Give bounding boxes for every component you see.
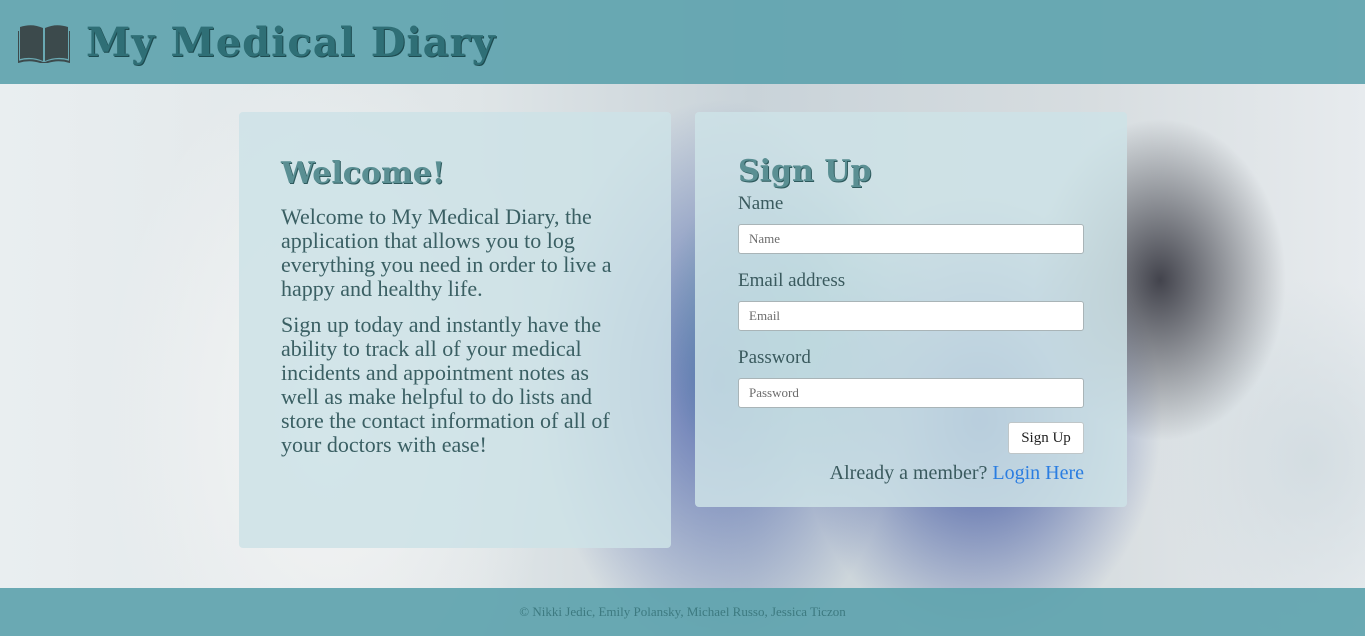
email-label: Email address [738, 270, 846, 291]
signup-button[interactable]: Sign Up [1008, 422, 1084, 454]
book-icon [18, 25, 70, 63]
footer: © Nikki Jedic, Emily Polansky, Michael R… [0, 588, 1365, 636]
email-field[interactable] [738, 301, 1084, 331]
signup-heading: Sign Up [738, 154, 872, 189]
name-field[interactable] [738, 224, 1084, 254]
top-navbar: My Medical Diary [0, 0, 1365, 84]
login-link[interactable]: Login Here [992, 462, 1084, 484]
password-label: Password [738, 347, 811, 368]
name-label: Name [738, 193, 784, 214]
welcome-paragraph-features: Sign up today and instantly have the abi… [281, 312, 610, 457]
welcome-heading: Welcome! [281, 156, 446, 191]
login-prompt: Already a member? Login Here [738, 462, 1084, 485]
signup-button-row: Sign Up [738, 422, 1084, 454]
password-field[interactable] [738, 378, 1084, 408]
welcome-paragraph-intro: Welcome to My Medical Diary, the applica… [281, 204, 612, 301]
welcome-panel: Welcome! Welcome to My Medical Diary, th… [239, 112, 671, 548]
footer-credits: © Nikki Jedic, Emily Polansky, Michael R… [519, 604, 846, 619]
app-title[interactable]: My Medical Diary [86, 19, 496, 66]
signup-panel: Sign Up Name Email address Password Sign… [695, 112, 1127, 507]
member-text: Already a member? [829, 462, 988, 484]
